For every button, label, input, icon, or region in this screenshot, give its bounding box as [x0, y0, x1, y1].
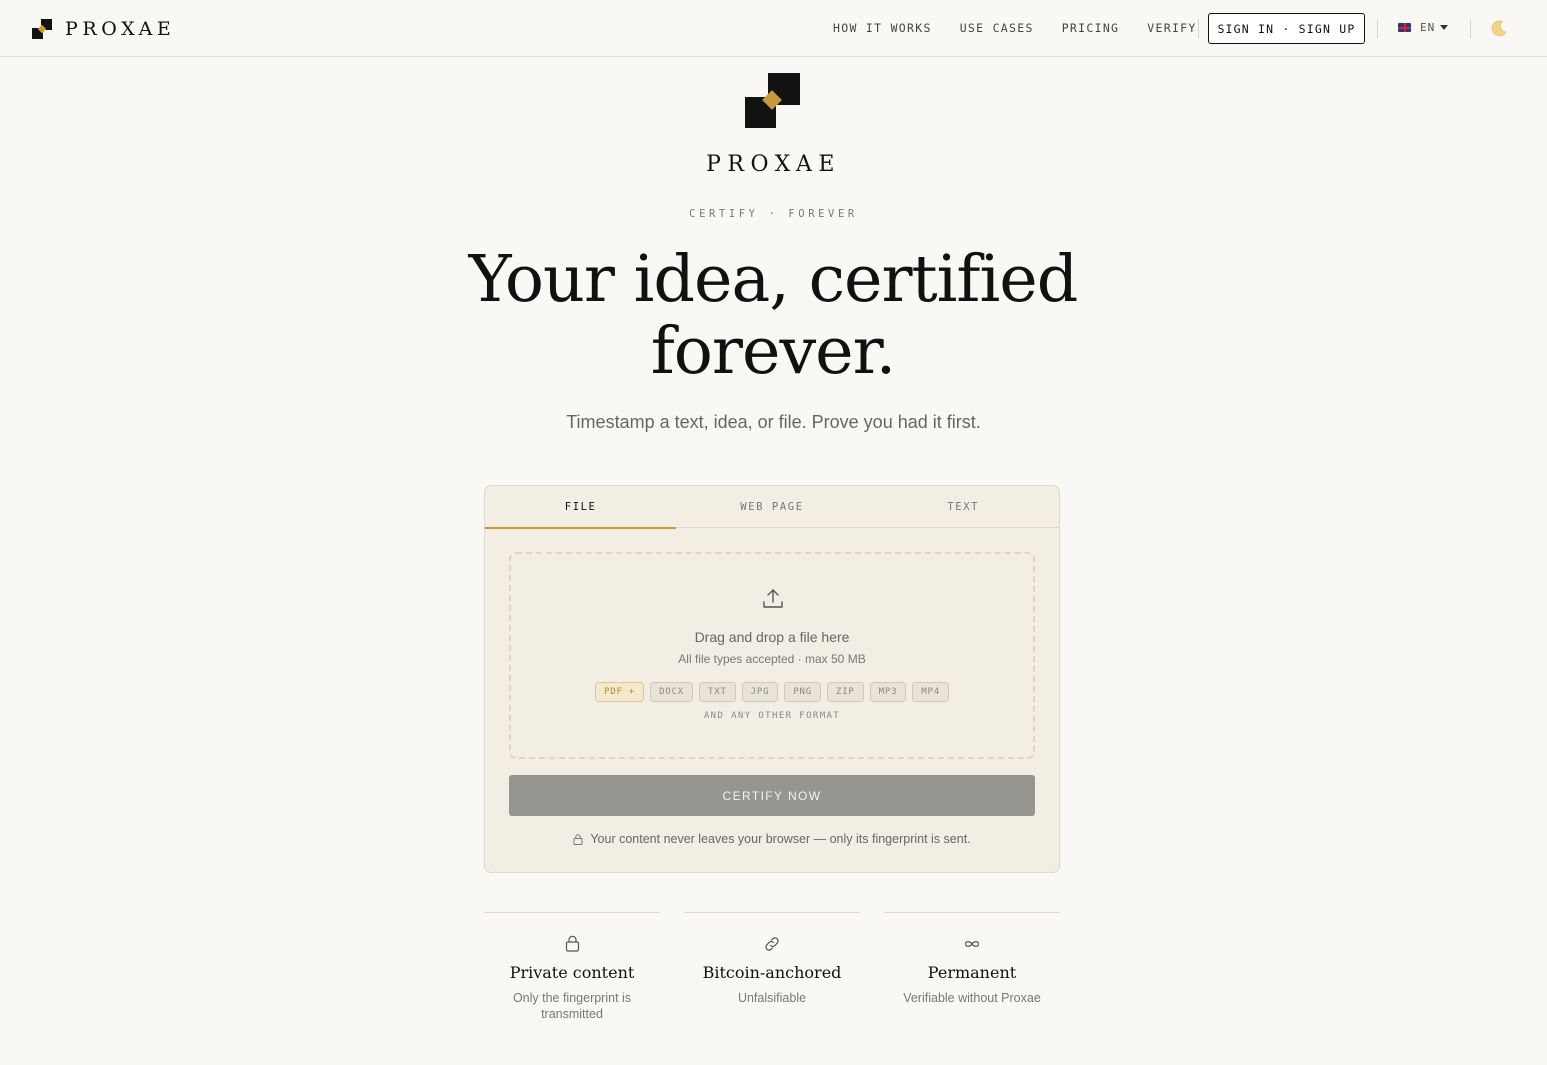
feature-title: Private content	[509, 963, 635, 982]
tagline: CERTIFY · FOREVER	[689, 208, 858, 220]
format-chip-zip: ZIP	[826, 682, 864, 702]
brand-logo-icon	[32, 18, 52, 39]
dropzone-title: Drag and drop a file here	[694, 629, 850, 645]
privacy-text: Your content never leaves your browser —…	[590, 832, 971, 846]
format-chip-png: PNG	[784, 682, 821, 702]
page-title: Your idea, certified forever.	[468, 242, 1079, 389]
mode-tabs: FILE WEB PAGE TEXT	[485, 486, 1059, 529]
format-chip-docx: DOCX	[650, 682, 694, 702]
feature-description: Only the fingerprint is transmitted	[512, 991, 632, 1021]
dropzone-subtitle: All file types accepted · max 50 MB	[678, 652, 866, 666]
format-chip-mp3: MP3	[869, 682, 907, 702]
page-subtitle: Timestamp a text, idea, or file. Prove y…	[566, 412, 981, 432]
upload-icon	[763, 589, 783, 608]
signin-button[interactable]: SIGN IN · SIGN UP	[1208, 13, 1365, 44]
format-chip-mp4: MP4	[912, 682, 949, 702]
feature-title: Permanent	[927, 963, 1017, 982]
nav-link-verify[interactable]: VERIFY	[1147, 21, 1196, 35]
nav-divider	[1377, 19, 1378, 38]
nav-divider	[1470, 19, 1471, 38]
language-selector[interactable]: EN	[1398, 21, 1449, 34]
tab-web-page[interactable]: WEB PAGE	[676, 486, 867, 528]
feature-description: Unfalsifiable	[737, 991, 807, 1005]
format-chip-pdf: PDF +	[595, 682, 645, 702]
link-icon	[765, 937, 779, 951]
nav-link-pricing[interactable]: PRICING	[1062, 21, 1120, 35]
certify-card: FILE WEB PAGE TEXT Drag and drop a file …	[484, 485, 1060, 873]
chevron-down-icon	[1440, 25, 1449, 30]
feature-bitcoin-anchored: Bitcoin-anchored Unfalsifiable	[684, 912, 860, 1006]
brand-link[interactable]: PROXAE	[32, 17, 176, 40]
feature-title: Bitcoin-anchored	[702, 963, 842, 982]
feature-description: Verifiable without Proxae	[903, 991, 1041, 1005]
feature-private-content: Private content Only the fingerprint is …	[484, 912, 660, 1022]
hero-brand-name: PROXAE	[706, 152, 841, 177]
hero-logo-icon	[745, 73, 800, 129]
lock-icon	[573, 833, 583, 845]
nav-link-how-it-works[interactable]: HOW IT WORKS	[833, 21, 932, 35]
dropzone-any-format: AND ANY OTHER FORMAT	[703, 711, 841, 721]
certify-now-button[interactable]: CERTIFY NOW	[509, 775, 1035, 816]
tab-file[interactable]: FILE	[485, 486, 677, 529]
uk-flag-icon	[1398, 23, 1411, 32]
nav-divider	[1198, 19, 1199, 38]
privacy-note: Your content never leaves your browser —…	[485, 832, 1059, 846]
feature-permanent: Permanent Verifiable without Proxae	[884, 912, 1060, 1006]
format-chip-jpg: JPG	[741, 682, 779, 702]
brand-name: PROXAE	[65, 17, 176, 40]
tab-text[interactable]: TEXT	[868, 486, 1059, 528]
top-nav: PROXAE HOW IT WORKS USE CASES PRICING VE…	[0, 0, 1547, 57]
file-dropzone[interactable]: Drag and drop a file here All file types…	[509, 552, 1035, 759]
moon-icon[interactable]	[1489, 18, 1509, 38]
nav-link-use-cases[interactable]: USE CASES	[960, 21, 1034, 35]
lock-icon	[565, 935, 579, 952]
language-label: EN	[1420, 21, 1436, 34]
format-chips: PDF + DOCX TXT JPG PNG ZIP MP3 MP4	[511, 682, 1033, 702]
infinity-icon	[964, 941, 980, 947]
format-chip-txt: TXT	[699, 682, 736, 702]
nav-links: HOW IT WORKS USE CASES PRICING VERIFY	[833, 21, 1225, 35]
